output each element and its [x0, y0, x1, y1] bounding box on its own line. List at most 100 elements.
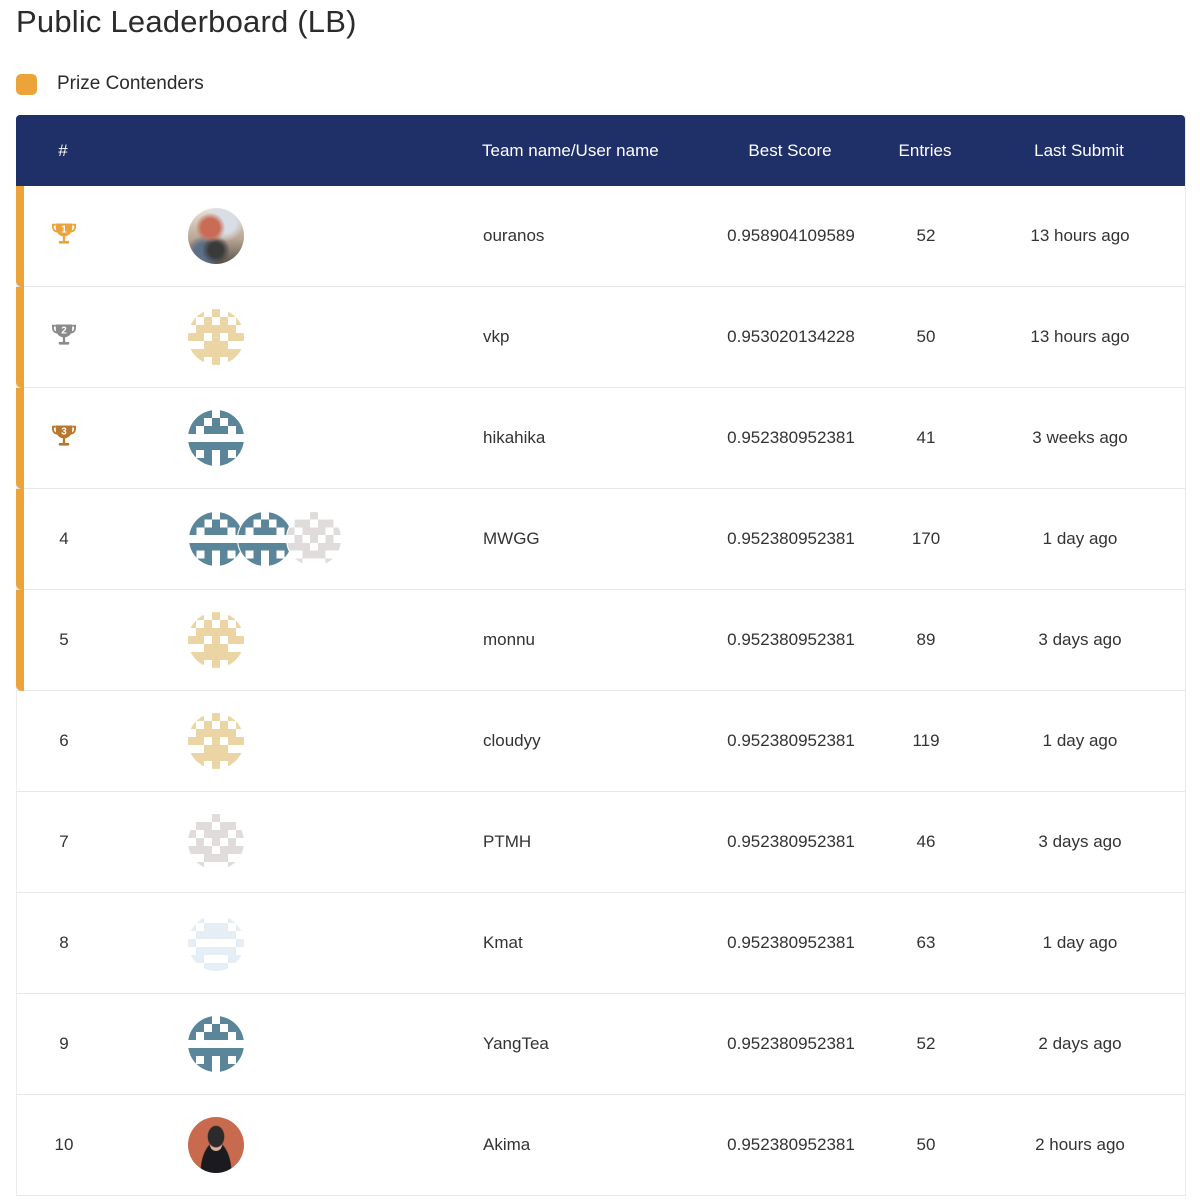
best-score: 0.952380952381: [727, 529, 855, 548]
rank-cell: 4: [17, 489, 111, 589]
svg-text:3: 3: [61, 426, 67, 437]
last-submit: 3 days ago: [1038, 832, 1122, 851]
rank-number: 5: [59, 630, 69, 649]
svg-text:2: 2: [61, 325, 67, 336]
rank-cell: 10: [17, 1095, 111, 1195]
rank-cell: 1: [17, 186, 111, 286]
table-row[interactable]: 6 cloudyy 0.952380952381 119 1 day ago: [16, 691, 1185, 792]
table-row[interactable]: 3 hikahika 0.952380952381 41 3 weeks ago: [16, 388, 1185, 489]
avatar[interactable]: [188, 208, 244, 264]
page-title: Public Leaderboard (LB): [16, 4, 357, 39]
table-header: # Team name/User name Best Score Entries…: [16, 115, 1185, 186]
header-last-submit[interactable]: Last Submit: [996, 115, 1162, 186]
table-body: 1 ouranos 0.958904109589 52 13 hours ago…: [16, 186, 1185, 1196]
legend-swatch: [16, 73, 37, 95]
last-submit: 3 days ago: [1038, 630, 1122, 649]
team-name[interactable]: hikahika: [483, 388, 723, 488]
avatar[interactable]: [188, 915, 244, 971]
rank-cell: 3: [17, 388, 111, 488]
rank-number: 8: [59, 933, 69, 952]
rank-cell: 6: [17, 691, 111, 791]
last-submit: 1 day ago: [1042, 731, 1118, 750]
team-name[interactable]: monnu: [483, 590, 723, 690]
avatar[interactable]: [188, 713, 244, 769]
team-name[interactable]: MWGG: [483, 489, 723, 589]
avatar[interactable]: [188, 612, 244, 668]
last-submit: 13 hours ago: [1030, 327, 1130, 346]
table-row[interactable]: 1 ouranos 0.958904109589 52 13 hours ago: [16, 186, 1185, 287]
rank-number: 6: [59, 731, 69, 750]
team-name[interactable]: ouranos: [483, 186, 723, 286]
last-submit: 2 hours ago: [1035, 1135, 1125, 1154]
header-best-score[interactable]: Best Score: [706, 115, 874, 186]
legend-label: Prize Contenders: [57, 73, 204, 94]
leaderboard-table: # Team name/User name Best Score Entries…: [16, 115, 1186, 1196]
table-row[interactable]: 7 PTMH 0.952380952381 46 3 days ago: [16, 792, 1185, 893]
best-score: 0.953020134228: [727, 327, 855, 346]
leaderboard-page: Public Leaderboard (LB) Prize Contenders…: [0, 0, 1200, 1200]
avatar[interactable]: [237, 511, 293, 567]
team-name[interactable]: vkp: [483, 287, 723, 387]
legend: Prize Contenders: [16, 72, 204, 96]
avatar[interactable]: [188, 1117, 244, 1173]
team-name[interactable]: cloudyy: [483, 691, 723, 791]
avatar-cell: [188, 590, 328, 690]
avatar[interactable]: [188, 309, 244, 365]
avatar[interactable]: [286, 511, 342, 567]
team-name[interactable]: YangTea: [483, 994, 723, 1094]
table-row[interactable]: 2 vkp 0.953020134228 50 13 hours ago: [16, 287, 1185, 388]
best-score: 0.952380952381: [727, 933, 855, 952]
avatar[interactable]: [188, 814, 244, 870]
best-score: 0.952380952381: [727, 731, 855, 750]
team-name[interactable]: PTMH: [483, 792, 723, 892]
table-row[interactable]: 10 Akima 0.952380952381 50 2 hours ago: [16, 1095, 1185, 1196]
entries-count: 52: [916, 1034, 936, 1053]
entries-count: 50: [916, 327, 936, 346]
best-score: 0.952380952381: [727, 1034, 855, 1053]
avatar-cell: [188, 691, 328, 791]
rank-cell: 9: [17, 994, 111, 1094]
best-score: 0.952380952381: [727, 630, 855, 649]
avatar-cell: [188, 893, 328, 993]
last-submit: 1 day ago: [1042, 529, 1118, 548]
last-submit: 13 hours ago: [1030, 226, 1130, 245]
entries-count: 52: [916, 226, 936, 245]
rank-number: 9: [59, 1034, 69, 1053]
trophy-gold-icon: 1: [50, 220, 78, 253]
entries-count: 50: [916, 1135, 936, 1154]
table-row[interactable]: 8 Kmat 0.952380952381 63 1 day ago: [16, 893, 1185, 994]
rank-number: 7: [59, 832, 69, 851]
team-name[interactable]: Kmat: [483, 893, 723, 993]
rank-cell: 5: [17, 590, 111, 690]
header-team-name[interactable]: Team name/User name: [482, 115, 722, 186]
entries-count: 119: [912, 731, 940, 750]
header-entries[interactable]: Entries: [878, 115, 972, 186]
table-row[interactable]: 4 MWGG 0.952380952381 170 1 day ago: [16, 489, 1185, 590]
trophy-silver-icon: 2: [50, 321, 78, 354]
avatar-cell: [188, 388, 328, 488]
best-score: 0.952380952381: [727, 1135, 855, 1154]
best-score: 0.958904109589: [727, 226, 855, 245]
entries-count: 63: [916, 933, 936, 952]
team-name[interactable]: Akima: [483, 1095, 723, 1195]
rank-cell: 7: [17, 792, 111, 892]
svg-text:1: 1: [61, 224, 67, 235]
best-score: 0.952380952381: [727, 428, 855, 447]
entries-count: 41: [916, 428, 936, 447]
avatar-cell: [188, 287, 328, 387]
trophy-bronze-icon: 3: [50, 422, 78, 455]
best-score: 0.952380952381: [727, 832, 855, 851]
avatar-cell: [188, 792, 328, 892]
avatar[interactable]: [188, 511, 244, 567]
last-submit: 1 day ago: [1042, 933, 1118, 952]
entries-count: 170: [911, 529, 941, 548]
header-rank: #: [58, 140, 68, 160]
avatar-cell: [188, 1095, 328, 1195]
avatar[interactable]: [188, 410, 244, 466]
table-row[interactable]: 5 monnu 0.952380952381 89 3 days ago: [16, 590, 1185, 691]
avatar[interactable]: [188, 1016, 244, 1072]
table-row[interactable]: 9 YangTea 0.952380952381 52 2 days ago: [16, 994, 1185, 1095]
last-submit: 3 weeks ago: [1032, 428, 1128, 447]
entries-count: 89: [916, 630, 936, 649]
header-avatar: [146, 115, 286, 186]
